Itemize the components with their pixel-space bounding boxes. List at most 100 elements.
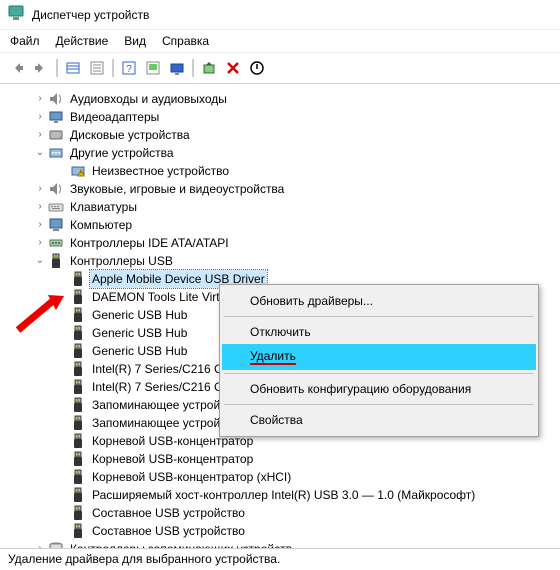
chevron-right-icon[interactable]: › (34, 90, 46, 108)
disk-icon (48, 127, 64, 143)
usb-icon (70, 469, 86, 485)
tree-item-label: Другие устройства (68, 144, 176, 162)
tree-item[interactable]: Составное USB устройство (6, 504, 560, 522)
usb-icon (70, 505, 86, 521)
window-title: Диспетчер устройств (32, 8, 149, 22)
tree-item[interactable]: Расширяемый хост-контроллер Intel(R) USB… (6, 486, 560, 504)
display-icon (48, 109, 64, 125)
chevron-right-icon[interactable]: › (34, 108, 46, 126)
tree-item[interactable]: › Аудиовходы и аудиовыходы (6, 90, 560, 108)
tree-item-label: Generic USB Hub (90, 324, 189, 342)
keyboard-icon (48, 199, 64, 215)
chevron-down-icon[interactable]: ⌄ (34, 144, 46, 162)
back-button[interactable] (6, 57, 28, 79)
list-button[interactable] (86, 57, 108, 79)
usb-icon (70, 307, 86, 323)
usb-icon (70, 523, 86, 539)
usb-icon (70, 379, 86, 395)
separator (56, 59, 58, 77)
context-menu: Обновить драйверы... Отключить Удалить О… (219, 284, 539, 437)
chevron-right-icon[interactable]: › (34, 126, 46, 144)
tree-item[interactable]: › Контроллеры IDE ATA/ATAPI (6, 234, 560, 252)
disable-button[interactable] (246, 57, 268, 79)
tree-item-label: Generic USB Hub (90, 342, 189, 360)
warn-icon: ! (70, 163, 86, 179)
svg-text:?: ? (126, 64, 132, 75)
tree-item-label: Generic USB Hub (90, 306, 189, 324)
forward-button[interactable] (30, 57, 52, 79)
tree-item-label: Корневой USB-концентратор (90, 450, 255, 468)
uninstall-button[interactable] (222, 57, 244, 79)
tree-item-label: Неизвестное устройство (90, 162, 231, 180)
ctx-delete-label: Удалить (250, 349, 296, 365)
show-hidden-button[interactable] (62, 57, 84, 79)
tree-item-label: Составное USB устройство (90, 522, 247, 540)
usb-icon (70, 451, 86, 467)
usb-icon (70, 325, 86, 341)
ctx-disable[interactable]: Отключить (222, 320, 536, 344)
ctx-delete[interactable]: Удалить (222, 344, 536, 370)
tree-item-label: Компьютер (68, 216, 134, 234)
tree-item[interactable]: ! Неизвестное устройство (6, 162, 560, 180)
tree-item-label: Звуковые, игровые и видеоустройства (68, 180, 286, 198)
usb-icon (70, 271, 86, 287)
help-button[interactable]: ? (118, 57, 140, 79)
usb-icon (70, 433, 86, 449)
tree-item-label: Составное USB устройство (90, 504, 247, 522)
tree-item-label: Расширяемый хост-контроллер Intel(R) USB… (90, 486, 477, 504)
chevron-right-icon[interactable]: › (34, 198, 46, 216)
tree-item-label: Контроллеры USB (68, 252, 175, 270)
title-bar: Диспетчер устройств (0, 0, 560, 30)
tree-item[interactable]: › Звуковые, игровые и видеоустройства (6, 180, 560, 198)
tree-item[interactable]: Корневой USB-концентратор (xHCI) (6, 468, 560, 486)
chevron-right-icon[interactable]: › (34, 234, 46, 252)
menu-help[interactable]: Справка (162, 34, 209, 48)
separator (224, 316, 534, 317)
menu-view[interactable]: Вид (124, 34, 146, 48)
tree-item[interactable]: › Компьютер (6, 216, 560, 234)
ide-icon (48, 235, 64, 251)
separator (224, 404, 534, 405)
tree-item[interactable]: › Клавиатуры (6, 198, 560, 216)
ctx-update-drivers[interactable]: Обновить драйверы... (222, 289, 536, 313)
usb-icon (70, 415, 86, 431)
chevron-down-icon[interactable]: ⌄ (34, 252, 46, 270)
tree-item-label: Клавиатуры (68, 198, 139, 216)
toolbar: ? (0, 53, 560, 84)
tree-item[interactable]: Корневой USB-концентратор (6, 450, 560, 468)
tree-item[interactable]: ⌄ Другие устройства (6, 144, 560, 162)
tree-item[interactable]: Составное USB устройство (6, 522, 560, 540)
tree-item-label: Контроллеры IDE ATA/ATAPI (68, 234, 231, 252)
menu-action[interactable]: Действие (56, 34, 109, 48)
svg-text:!: ! (80, 171, 81, 177)
usb-icon (70, 361, 86, 377)
menu-bar: Файл Действие Вид Справка (0, 30, 560, 53)
update-driver-button[interactable] (198, 57, 220, 79)
ctx-refresh[interactable]: Обновить конфигурацию оборудования (222, 377, 536, 401)
tree-item-label: Аудиовходы и аудиовыходы (68, 90, 229, 108)
separator (224, 373, 534, 374)
usb-icon (70, 487, 86, 503)
tree-item-label: Дисковые устройства (68, 126, 192, 144)
usb-icon (70, 397, 86, 413)
chevron-right-icon[interactable]: › (34, 180, 46, 198)
tree-item[interactable]: ›Видеоадаптеры (6, 108, 560, 126)
status-bar: Удаление драйвера для выбранного устройс… (0, 548, 560, 570)
audio-icon (48, 181, 64, 197)
app-icon (8, 5, 24, 24)
computer-icon (48, 217, 64, 233)
chevron-right-icon[interactable]: › (34, 216, 46, 234)
ctx-properties[interactable]: Свойства (222, 408, 536, 432)
usb-icon (48, 253, 64, 269)
separator (192, 59, 194, 77)
audio-icon (48, 91, 64, 107)
usb-icon (70, 343, 86, 359)
separator (112, 59, 114, 77)
tree-item[interactable]: ⌄ Контроллеры USB (6, 252, 560, 270)
scan-button[interactable] (142, 57, 164, 79)
menu-file[interactable]: Файл (10, 34, 40, 48)
other-icon (48, 145, 64, 161)
properties-button[interactable] (166, 57, 188, 79)
usb-icon (70, 289, 86, 305)
tree-item[interactable]: › Дисковые устройства (6, 126, 560, 144)
